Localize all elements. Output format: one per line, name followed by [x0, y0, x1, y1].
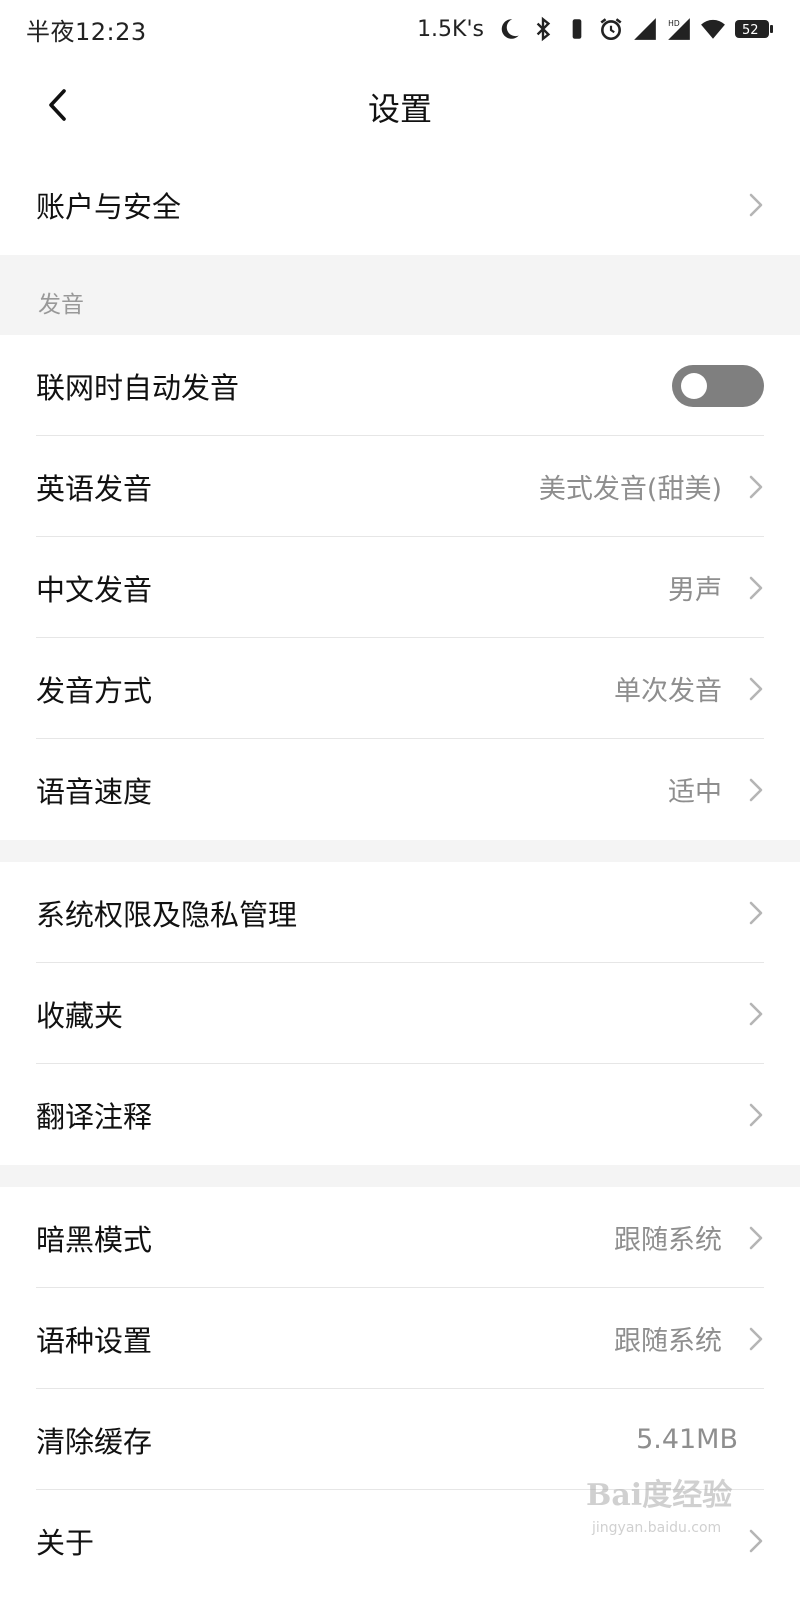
- chevron-left-icon: [45, 88, 71, 126]
- item-label: 清除缓存: [36, 1424, 153, 1459]
- item-label: 暗黑模式: [36, 1222, 153, 1257]
- cache-size: 5.41MB: [636, 1424, 738, 1455]
- pronunciation-mode-item[interactable]: 发音方式 单次发音: [0, 638, 800, 739]
- page-title: 设置: [367, 90, 432, 128]
- chevron-right-icon: [746, 999, 766, 1029]
- network-speed: 1.5K's: [417, 16, 484, 42]
- header: 设置: [0, 62, 800, 152]
- watermark: Bai度经验 jingyan.baidu.com: [586, 1470, 756, 1550]
- item-label: 系统权限及隐私管理: [36, 897, 298, 932]
- section-title: 发音: [38, 292, 84, 318]
- status-bar: 半夜12:23 1.5K's HD 52: [0, 0, 800, 58]
- bluetooth-icon: [530, 16, 556, 42]
- dark-mode-item[interactable]: 暗黑模式 跟随系统: [0, 1187, 800, 1288]
- chevron-right-icon: [746, 1324, 766, 1354]
- moon-icon: [496, 16, 522, 42]
- item-label: 英语发音: [36, 471, 153, 506]
- signal-icon: [632, 16, 658, 42]
- item-value: 男声: [668, 575, 722, 606]
- chevron-right-icon: [746, 190, 766, 220]
- chevron-right-icon: [746, 573, 766, 603]
- wifi-icon: [700, 16, 726, 42]
- status-icons: 1.5K's HD 52: [417, 16, 774, 42]
- back-button[interactable]: [38, 82, 78, 132]
- item-label: 翻译注释: [36, 1099, 153, 1134]
- item-label: 账户与安全: [36, 189, 182, 224]
- language-setting-item[interactable]: 语种设置 跟随系统: [0, 1288, 800, 1389]
- svg-text:52: 52: [742, 23, 759, 38]
- chinese-pronunciation-item[interactable]: 中文发音 男声: [0, 537, 800, 638]
- chevron-right-icon: [746, 674, 766, 704]
- favorites-item[interactable]: 收藏夹: [0, 963, 800, 1064]
- translation-notes-item[interactable]: 翻译注释: [0, 1064, 800, 1165]
- toggle-knob: [681, 372, 707, 399]
- item-label: 关于: [36, 1525, 95, 1560]
- account-security-item[interactable]: 账户与安全: [0, 154, 800, 255]
- svg-text:HD: HD: [668, 19, 680, 28]
- item-label: 中文发音: [36, 572, 153, 607]
- status-time: 半夜12:23: [26, 17, 147, 46]
- hd-signal-icon: HD: [666, 16, 692, 42]
- item-label: 收藏夹: [36, 998, 124, 1033]
- item-value: 单次发音: [614, 676, 722, 707]
- chevron-right-icon: [746, 1223, 766, 1253]
- alarm-icon: [598, 16, 624, 42]
- auto-pronounce-item[interactable]: 联网时自动发音: [0, 335, 800, 436]
- battery-icon: 52: [734, 16, 774, 42]
- permissions-privacy-item[interactable]: 系统权限及隐私管理: [0, 862, 800, 963]
- item-value: 跟随系统: [614, 1225, 722, 1256]
- item-label: 发音方式: [36, 673, 153, 708]
- auto-pronounce-toggle[interactable]: [672, 364, 764, 407]
- chevron-right-icon: [746, 898, 766, 928]
- section-divider: [0, 1165, 800, 1187]
- speech-speed-item[interactable]: 语音速度 适中: [0, 739, 800, 840]
- chevron-right-icon: [746, 1100, 766, 1130]
- item-value: 美式发音(甜美): [538, 474, 722, 505]
- battery-saver-icon: [564, 16, 590, 42]
- item-label: 语种设置: [36, 1323, 153, 1358]
- section-header-pronunciation: 发音: [0, 255, 800, 335]
- section-divider: [0, 840, 800, 862]
- chevron-right-icon: [746, 472, 766, 502]
- item-value: 跟随系统: [614, 1326, 722, 1357]
- chevron-right-icon: [746, 775, 766, 805]
- english-pronunciation-item[interactable]: 英语发音 美式发音(甜美): [0, 436, 800, 537]
- item-value: 适中: [668, 777, 722, 808]
- item-label: 联网时自动发音: [36, 370, 240, 405]
- watermark-logo: Bai度经验: [586, 1478, 733, 1513]
- item-label: 语音速度: [36, 774, 153, 809]
- watermark-url: jingyan.baidu.com: [592, 1520, 722, 1536]
- settings-list: 账户与安全 发音 联网时自动发音 英语发音 美式发音(甜美) 中文发音 男声 发…: [0, 154, 800, 1591]
